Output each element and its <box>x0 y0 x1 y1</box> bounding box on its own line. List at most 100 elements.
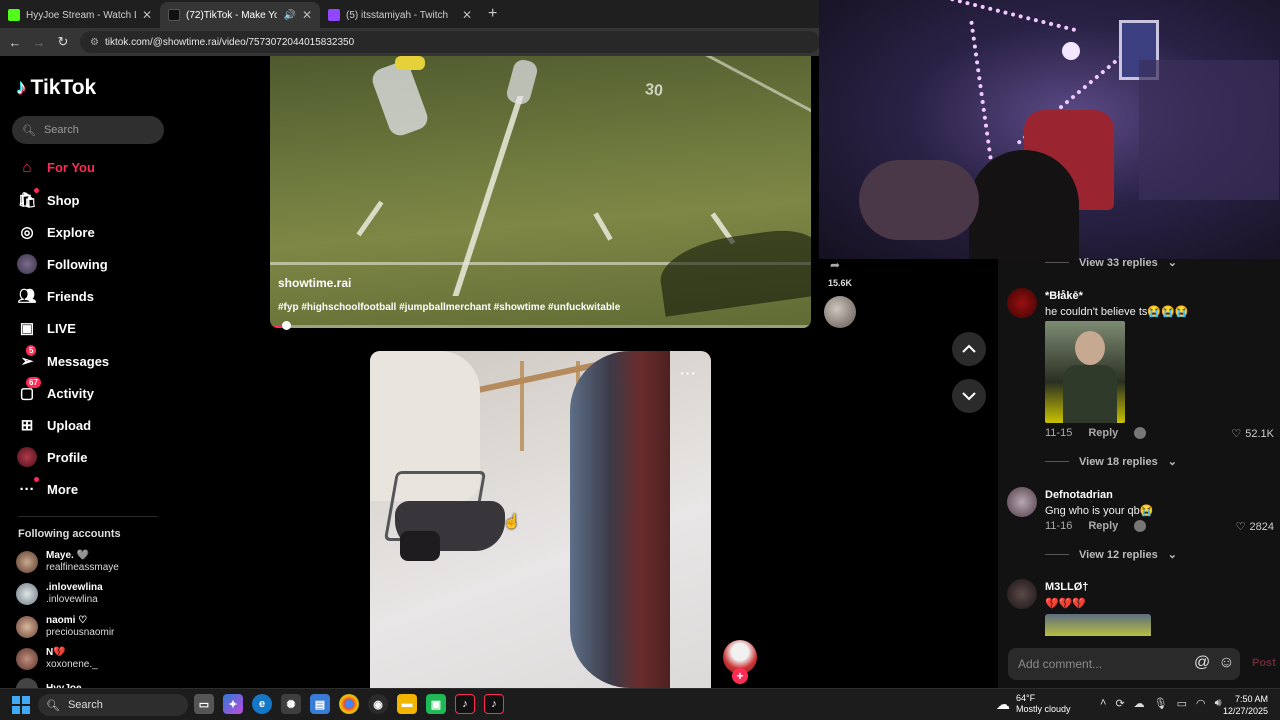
following-account[interactable]: .inlovewlina .inlovewlina <box>16 582 103 606</box>
site-info-icon[interactable]: ⚙ <box>90 37 99 48</box>
follow-plus-icon[interactable]: + <box>732 668 748 684</box>
url-field[interactable]: ⚙ tiktok.com/@showtime.rai/video/7573072… <box>80 31 820 53</box>
following-account[interactable]: Maye. 🩶 realfineassmaye <box>16 550 119 574</box>
previous-video-button[interactable] <box>952 332 986 366</box>
account-name: .inlovewlina <box>46 582 103 593</box>
close-tab-icon[interactable]: ✕ <box>462 8 472 22</box>
sidebar-item-shop[interactable]: 🛍︎ Shop <box>17 188 80 212</box>
tab-tiktok[interactable]: (72)TikTok - Make Your Day 🔊 ✕ <box>160 2 320 28</box>
microphone-icon[interactable]: 🎙︎ <box>1154 697 1168 710</box>
messages-badge: 5 <box>26 345 37 356</box>
close-tab-icon[interactable]: ✕ <box>302 8 312 22</box>
sidebar-item-explore[interactable]: ◎ Explore <box>17 220 94 244</box>
sidebar-item-label: Upload <box>47 417 92 433</box>
windows-taskbar: 🔍︎ Search ▭ ✦ e ✺ ▤ ◉ ▬ ▣ ♪ ♪ ☁ 64°F Mos… <box>0 688 1280 720</box>
heart-icon: ♡ <box>1235 521 1246 533</box>
edge-icon[interactable]: e <box>252 694 272 714</box>
speaker-icon[interactable]: 🔊 <box>283 10 295 21</box>
chrome-icon[interactable] <box>339 694 359 714</box>
sidebar-item-more[interactable]: ··· More <box>17 477 78 501</box>
following-account[interactable]: N💔 xoxonene._ <box>16 647 98 671</box>
app-green-icon[interactable]: ▣ <box>426 694 446 714</box>
tiktok-app-icon[interactable]: ♪ <box>455 694 475 714</box>
sidebar-item-for-you[interactable]: ⌂ For You <box>17 155 94 179</box>
tiktok-logo[interactable]: ♪ TikTok <box>16 76 96 100</box>
comment-like[interactable]: ♡ 52.1K <box>1231 427 1274 441</box>
sidebar-divider <box>18 516 158 517</box>
progress-knob[interactable] <box>282 321 291 330</box>
tiktok-app-icon[interactable]: ♪ <box>484 694 504 714</box>
comment-image[interactable] <box>1045 321 1125 423</box>
following-account[interactable]: naomi ♡ preciousnaomir <box>16 615 114 639</box>
sync-icon[interactable]: ⟳ <box>1115 697 1124 710</box>
more-options-icon[interactable]: ··· <box>680 365 697 381</box>
like-count: 2824 <box>1249 520 1274 533</box>
windows-start-icon[interactable] <box>12 696 30 714</box>
file-explorer-icon[interactable]: ▬ <box>397 694 417 714</box>
store-icon[interactable]: ▤ <box>310 694 330 714</box>
reply-button[interactable]: Reply <box>1088 520 1118 532</box>
reply-button[interactable]: Reply <box>1088 427 1118 439</box>
mention-icon[interactable]: @ <box>1194 654 1210 672</box>
home-icon: ⌂ <box>22 158 32 176</box>
comment-image[interactable] <box>1045 614 1151 636</box>
post-button[interactable]: Post <box>1252 657 1276 669</box>
video-username[interactable]: showtime.rai <box>278 276 351 290</box>
task-view-icon[interactable]: ▭ <box>194 694 214 714</box>
back-arrow-icon[interactable]: ← <box>8 35 22 50</box>
view-replies-button[interactable]: View 12 replies ⌄ <box>1045 548 1177 561</box>
comment-text: 💔💔💔 <box>1045 598 1087 610</box>
search-input[interactable]: 🔍︎ Search <box>12 116 164 144</box>
view-replies-button[interactable]: View 18 replies ⌄ <box>1045 455 1177 468</box>
new-tab-icon[interactable]: + <box>480 5 505 28</box>
forward-arrow-icon[interactable]: → <box>32 35 46 50</box>
share-icon[interactable]: ➦ <box>830 258 840 272</box>
heart-icon: ♡ <box>1231 428 1242 440</box>
copilot-icon[interactable]: ✦ <box>223 694 243 714</box>
reload-icon[interactable]: ↻ <box>56 34 70 50</box>
sidebar-item-following[interactable]: Following <box>17 252 108 276</box>
cloud-icon[interactable]: ☁ <box>1134 697 1145 710</box>
sidebar-item-activity[interactable]: ▢ 67 Activity <box>17 377 94 405</box>
friends-icon: 👥︎ <box>17 288 37 305</box>
sidebar-item-label: Following <box>47 256 108 272</box>
comment-author[interactable]: *Błåkē* <box>1045 290 1083 302</box>
sidebar-item-label: More <box>47 481 79 497</box>
sidebar-item-messages[interactable]: ➢ 5 Messages <box>17 345 109 373</box>
chevron-up-icon[interactable]: ˄ <box>1100 697 1106 710</box>
sidebar-item-friends[interactable]: 👥︎ Friends <box>17 284 94 308</box>
comment-like[interactable]: ♡ 2824 <box>1235 520 1274 534</box>
system-clock[interactable]: 7:50 AM 12/27/2025 <box>1223 693 1268 717</box>
comment-author[interactable]: Defnotadrian <box>1045 489 1113 501</box>
next-video-button[interactable] <box>952 379 986 413</box>
video-player-football[interactable]: 30 showtime.rai #fyp #highschoolfootball… <box>270 56 811 328</box>
music-disc-avatar[interactable] <box>824 296 856 328</box>
tab-twitch[interactable]: (5) itsstamiyah - Twitch ✕ <box>320 2 480 28</box>
video-hashtags[interactable]: #fyp #highschoolfootball #jumpballmercha… <box>278 302 620 313</box>
close-tab-icon[interactable]: ✕ <box>142 8 152 22</box>
weather-widget[interactable]: ☁ 64°F Mostly cloudy <box>996 693 1071 715</box>
video-player-classroom[interactable]: ··· <box>370 351 711 688</box>
wifi-icon[interactable]: ◠ <box>1196 697 1206 710</box>
tab-kick-stream[interactable]: HyyJoe Stream - Watch Live on ✕ <box>0 2 160 28</box>
sidebar-item-live[interactable]: ▣ LIVE <box>17 316 76 340</box>
comment-avatar[interactable] <box>1007 288 1037 318</box>
comment-avatar[interactable] <box>1007 579 1037 609</box>
taskbar-search[interactable]: 🔍︎ Search <box>38 694 188 716</box>
tiktok-favicon-icon <box>168 9 180 21</box>
sidebar-item-upload[interactable]: ⊞ Upload <box>17 413 91 437</box>
view-replies-button[interactable]: View 33 replies ⌄ <box>1045 256 1177 269</box>
comment-date: 11-15 <box>1045 427 1073 439</box>
display-icon[interactable]: ▭ <box>1177 697 1187 710</box>
video-progress-bar[interactable] <box>270 325 811 328</box>
account-handle: preciousnaomir <box>46 627 115 638</box>
messages-icon: ➢ 5 <box>17 345 37 371</box>
app-icon[interactable]: ✺ <box>281 694 301 714</box>
comment-author[interactable]: M3LLØ† <box>1045 581 1088 593</box>
comment-date: 11-16 <box>1045 520 1073 532</box>
obs-icon[interactable]: ◉ <box>368 694 388 714</box>
comment-avatar[interactable] <box>1007 487 1037 517</box>
sidebar-item-profile[interactable]: Profile <box>17 445 87 469</box>
volume-icon[interactable]: 🔊︎ <box>1215 697 1222 710</box>
emoji-icon[interactable]: ☺ <box>1218 654 1234 672</box>
